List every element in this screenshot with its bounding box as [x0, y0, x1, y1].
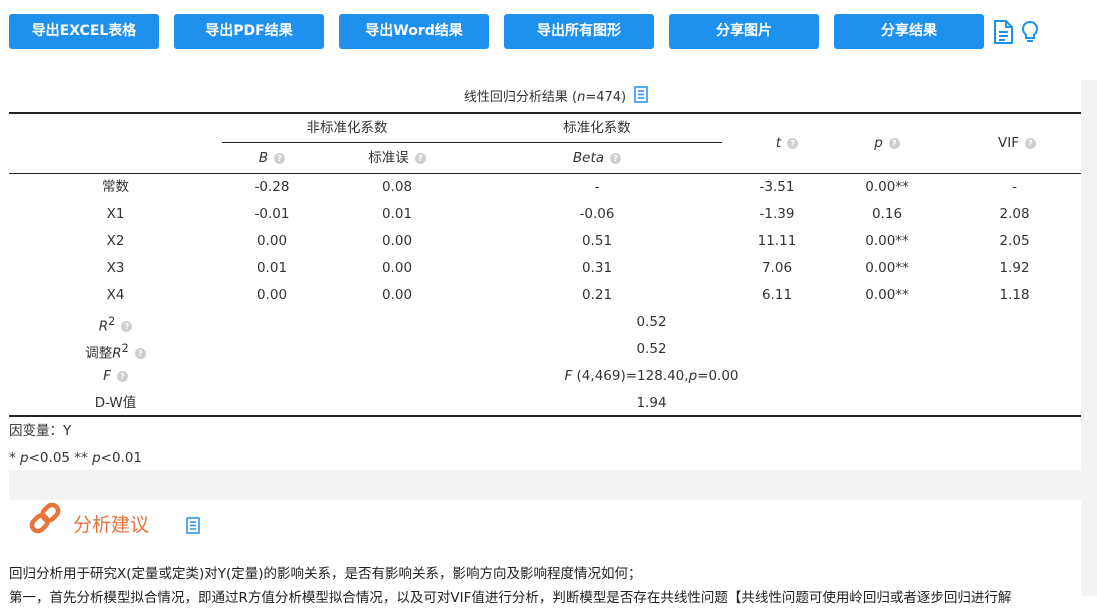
export-toolbar: 导出EXCEL表格 导出PDF结果 导出Word结果 导出所有图形 分享图片 分…	[9, 14, 1089, 50]
footnote-dependent-variable: 因变量：Y	[9, 423, 72, 439]
stat-adj-r2-value: 0.52	[636, 341, 667, 357]
cell-vif: -	[1012, 179, 1017, 195]
cell-b: -0.01	[254, 206, 290, 222]
share-result-button[interactable]: 分享结果	[834, 14, 984, 49]
help-icon[interactable]: ?	[787, 137, 799, 149]
copy-icon[interactable]	[185, 517, 201, 535]
help-icon[interactable]: ?	[116, 370, 128, 382]
help-icon[interactable]: ?	[414, 152, 426, 164]
stat-r2-label: R2?	[9, 312, 222, 335]
cell-p: 0.16	[871, 206, 903, 222]
cell-vif: 1.18	[999, 287, 1030, 303]
cell-t: 7.06	[761, 260, 793, 276]
row-name: X4	[106, 287, 125, 303]
cell-vif: 2.08	[999, 206, 1030, 222]
header-unstandardized: 非标准化系数	[306, 120, 388, 136]
cell-p: 0.00**	[865, 179, 909, 195]
cell-se: 0.00	[381, 287, 413, 303]
header-se: 标准误?	[322, 148, 472, 168]
stat-dw-value: 1.94	[636, 395, 667, 411]
cell-b: -0.28	[254, 179, 290, 195]
export-pdf-button[interactable]: 导出PDF结果	[174, 14, 324, 49]
header-bottom-rule	[9, 173, 1081, 174]
advice-paragraph: 回归分析用于研究X(定量或定类)对Y(定量)的影响关系，是否有影响关系，影响方向…	[9, 566, 642, 582]
header-vif: VIF?	[952, 133, 1082, 153]
copy-icon[interactable]	[633, 86, 649, 104]
row-name: 常数	[102, 179, 129, 195]
advice-paragraph: 第一，首先分析模型拟合情况，即通过R方值分析模型拟合情况，以及可对VIF值进行分…	[9, 590, 1012, 606]
table-bottom-rule	[9, 415, 1081, 417]
row-name: X2	[106, 233, 125, 249]
header-b: B?	[222, 148, 322, 168]
cell-t: 11.11	[757, 233, 797, 249]
header-p: p?	[822, 133, 952, 153]
cell-t: -3.51	[759, 179, 795, 195]
header-beta: Beta?	[472, 148, 722, 168]
cell-p: 0.00**	[865, 287, 909, 303]
right-gutter	[1081, 80, 1097, 596]
export-word-button[interactable]: 导出Word结果	[339, 14, 489, 49]
cell-b: 0.00	[256, 287, 288, 303]
stat-f-value: F (4,469)=128.40,p=0.00	[564, 368, 739, 384]
cell-p: 0.00**	[865, 233, 909, 249]
analysis-advice-card: 分析建议 回归分析用于研究X(定量或定类)对Y(定量)的影响关系，是否有影响关系…	[9, 500, 1081, 606]
table-caption: 线性回归分析结果 (n=474)	[463, 90, 627, 105]
cell-se: 0.00	[381, 233, 413, 249]
export-all-charts-button[interactable]: 导出所有图形	[504, 14, 654, 49]
header-standardized: 标准化系数	[563, 120, 631, 136]
help-icon[interactable]: ?	[121, 321, 133, 332]
help-icon[interactable]: ?	[888, 137, 900, 149]
row-name: X3	[106, 260, 125, 276]
cell-p: 0.00**	[865, 260, 909, 276]
cell-b: 0.01	[256, 260, 288, 276]
cell-beta: 0.21	[581, 287, 613, 303]
cell-se: 0.00	[381, 260, 413, 276]
link-icon	[29, 502, 61, 534]
section-gap	[9, 470, 1081, 500]
document-icon[interactable]	[992, 20, 1014, 44]
advice-title: 分析建议	[73, 514, 150, 536]
table-top-rule	[9, 112, 1081, 114]
cell-b: 0.00	[256, 233, 288, 249]
cell-t: -1.39	[759, 206, 795, 222]
cell-vif: 1.92	[999, 260, 1030, 276]
cell-se: 0.08	[381, 179, 413, 195]
share-image-button[interactable]: 分享图片	[669, 14, 819, 49]
cell-beta: -	[594, 179, 600, 195]
help-icon[interactable]: ?	[610, 152, 622, 164]
cell-se: 0.01	[381, 206, 413, 222]
cell-beta: 0.51	[581, 233, 613, 249]
help-icon[interactable]: ?	[1024, 137, 1036, 149]
stat-f-label: F?	[9, 366, 222, 386]
help-icon[interactable]: ?	[134, 348, 146, 359]
regression-result-card: 线性回归分析结果 (n=474) 非标准化系数 标准化系数 B? 标准误? Be…	[9, 80, 1081, 470]
stat-dw-label: D-W值	[94, 395, 137, 411]
cell-beta: -0.06	[579, 206, 615, 222]
stat-adj-r2-label: 调整R2?	[9, 339, 222, 362]
stat-r2-value: 0.52	[636, 314, 667, 330]
lightbulb-icon[interactable]	[1019, 20, 1041, 44]
help-icon[interactable]: ?	[274, 152, 286, 164]
cell-beta: 0.31	[581, 260, 613, 276]
group-header-rule	[222, 142, 722, 143]
footnote-significance: * p<0.05 ** p<0.01	[9, 450, 143, 466]
export-excel-button[interactable]: 导出EXCEL表格	[9, 14, 159, 49]
cell-t: 6.11	[761, 287, 793, 303]
cell-vif: 2.05	[999, 233, 1030, 249]
row-name: X1	[106, 206, 125, 222]
